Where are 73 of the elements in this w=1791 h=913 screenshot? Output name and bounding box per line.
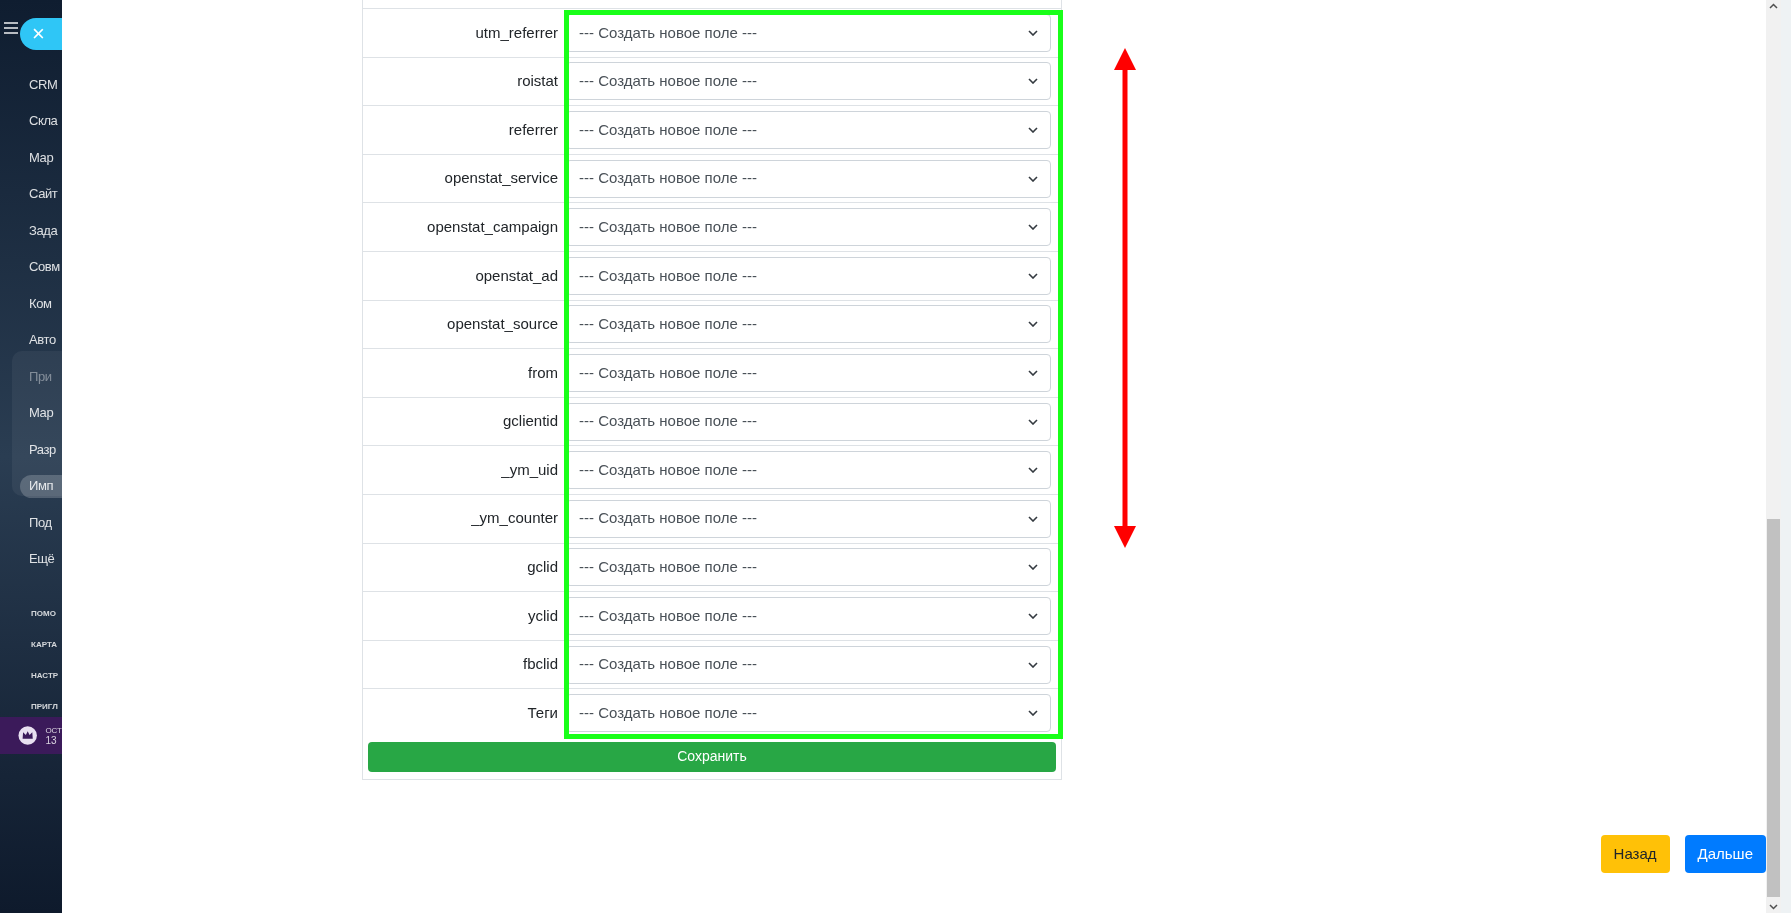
- back-button[interactable]: Назад: [1600, 835, 1670, 873]
- field-label: gclientid: [502, 411, 558, 432]
- field-label: Теги: [527, 702, 558, 723]
- caret-icon: [1028, 272, 1038, 279]
- sidebar-item[interactable]: Зада: [29, 220, 58, 240]
- sidebar-item[interactable]: Авто: [29, 330, 56, 350]
- sidebar-item[interactable]: CRM: [29, 74, 58, 94]
- select-field[interactable]: --- Создать новое поле ---: [566, 159, 1051, 198]
- sidebar-item[interactable]: Ком: [29, 293, 52, 313]
- sidebar-item[interactable]: Мар: [29, 147, 54, 167]
- sidebar-link[interactable]: ПОМО: [31, 607, 56, 620]
- select-field[interactable]: --- Создать новое поле ---: [566, 13, 1051, 52]
- select-field[interactable]: --- Создать новое поле ---: [566, 62, 1051, 101]
- menu-icon[interactable]: [4, 22, 18, 34]
- plan-banner[interactable]: ОСТ 13: [0, 717, 62, 754]
- sidebar-item[interactable]: Совм: [29, 257, 60, 277]
- select-field[interactable]: --- Создать новое поле ---: [566, 208, 1051, 247]
- caret-icon: [1028, 78, 1038, 85]
- sidebar-item[interactable]: Скла: [29, 111, 58, 131]
- select-field[interactable]: --- Создать новое поле ---: [566, 451, 1051, 490]
- select-field[interactable]: --- Создать новое поле ---: [566, 256, 1051, 295]
- caret-icon: [1028, 467, 1038, 474]
- field-label: gclid: [527, 557, 558, 578]
- select-field[interactable]: --- Создать новое поле ---: [566, 402, 1051, 441]
- plan-text: 13: [45, 735, 58, 746]
- sidebar-item[interactable]: Сайт: [29, 184, 58, 204]
- caret-icon: [1028, 515, 1038, 522]
- scrollbar[interactable]: [1766, 0, 1781, 913]
- scroll-down-icon[interactable]: [1769, 904, 1778, 910]
- select-field[interactable]: --- Создать новое поле ---: [566, 111, 1051, 149]
- next-button[interactable]: Дальше: [1684, 835, 1766, 873]
- caret-icon: [1028, 127, 1038, 133]
- field-label: roistat: [517, 71, 558, 92]
- field-label: from: [528, 362, 558, 383]
- scroll-thumb[interactable]: [1767, 519, 1780, 897]
- sidebar-link[interactable]: КАРТА: [31, 638, 58, 651]
- caret-icon: [1028, 175, 1038, 182]
- caret-icon: [1028, 369, 1038, 376]
- select-field[interactable]: --- Создать новое поле ---: [566, 548, 1051, 587]
- caret-icon: [1028, 224, 1038, 231]
- sidebar-link[interactable]: НАСТР: [31, 669, 59, 682]
- plan-text: ОСТ: [45, 725, 62, 736]
- select-field[interactable]: --- Создать новое поле ---: [566, 645, 1051, 684]
- field-label: fbclid: [522, 654, 558, 675]
- sidebar-link[interactable]: ПРИГЛ: [31, 700, 58, 713]
- field-label: yclid: [528, 605, 558, 626]
- select-field[interactable]: --- Создать новое поле ---: [566, 596, 1051, 635]
- sidebar-item[interactable]: Ещё: [29, 549, 55, 569]
- field-label: referrer: [508, 119, 558, 140]
- select-field[interactable]: --- Создать новое поле ---: [566, 305, 1051, 344]
- field-label: utm_referrer: [475, 22, 558, 43]
- field-label: openstat_service: [444, 168, 558, 189]
- caret-icon: [1028, 321, 1038, 328]
- caret-icon: [1028, 612, 1038, 619]
- field-label: _ym_counter: [471, 508, 558, 529]
- field-label: openstat_source: [447, 314, 558, 335]
- caret-icon: [1028, 564, 1038, 571]
- crown-icon: [18, 725, 38, 746]
- sidebar-item[interactable]: Мар: [29, 403, 54, 423]
- select-field[interactable]: --- Создать новое поле ---: [566, 499, 1051, 538]
- field-label: _ym_uid: [501, 459, 558, 480]
- field-label: openstat_campaign: [427, 216, 558, 237]
- caret-icon: [1028, 29, 1038, 36]
- caret-icon: [1028, 418, 1038, 425]
- sidebar-item[interactable]: Под: [29, 512, 52, 532]
- select-field[interactable]: --- Создать новое поле ---: [566, 694, 1051, 733]
- scroll-up-icon[interactable]: [1769, 3, 1778, 9]
- sidebar-item[interactable]: Имп: [29, 476, 54, 496]
- caret-icon: [1028, 710, 1038, 717]
- field-label: openstat_ad: [475, 265, 558, 286]
- caret-icon: [1028, 661, 1038, 668]
- sidebar-item[interactable]: Разр: [29, 439, 56, 459]
- select-field[interactable]: --- Создать новое поле ---: [566, 353, 1051, 392]
